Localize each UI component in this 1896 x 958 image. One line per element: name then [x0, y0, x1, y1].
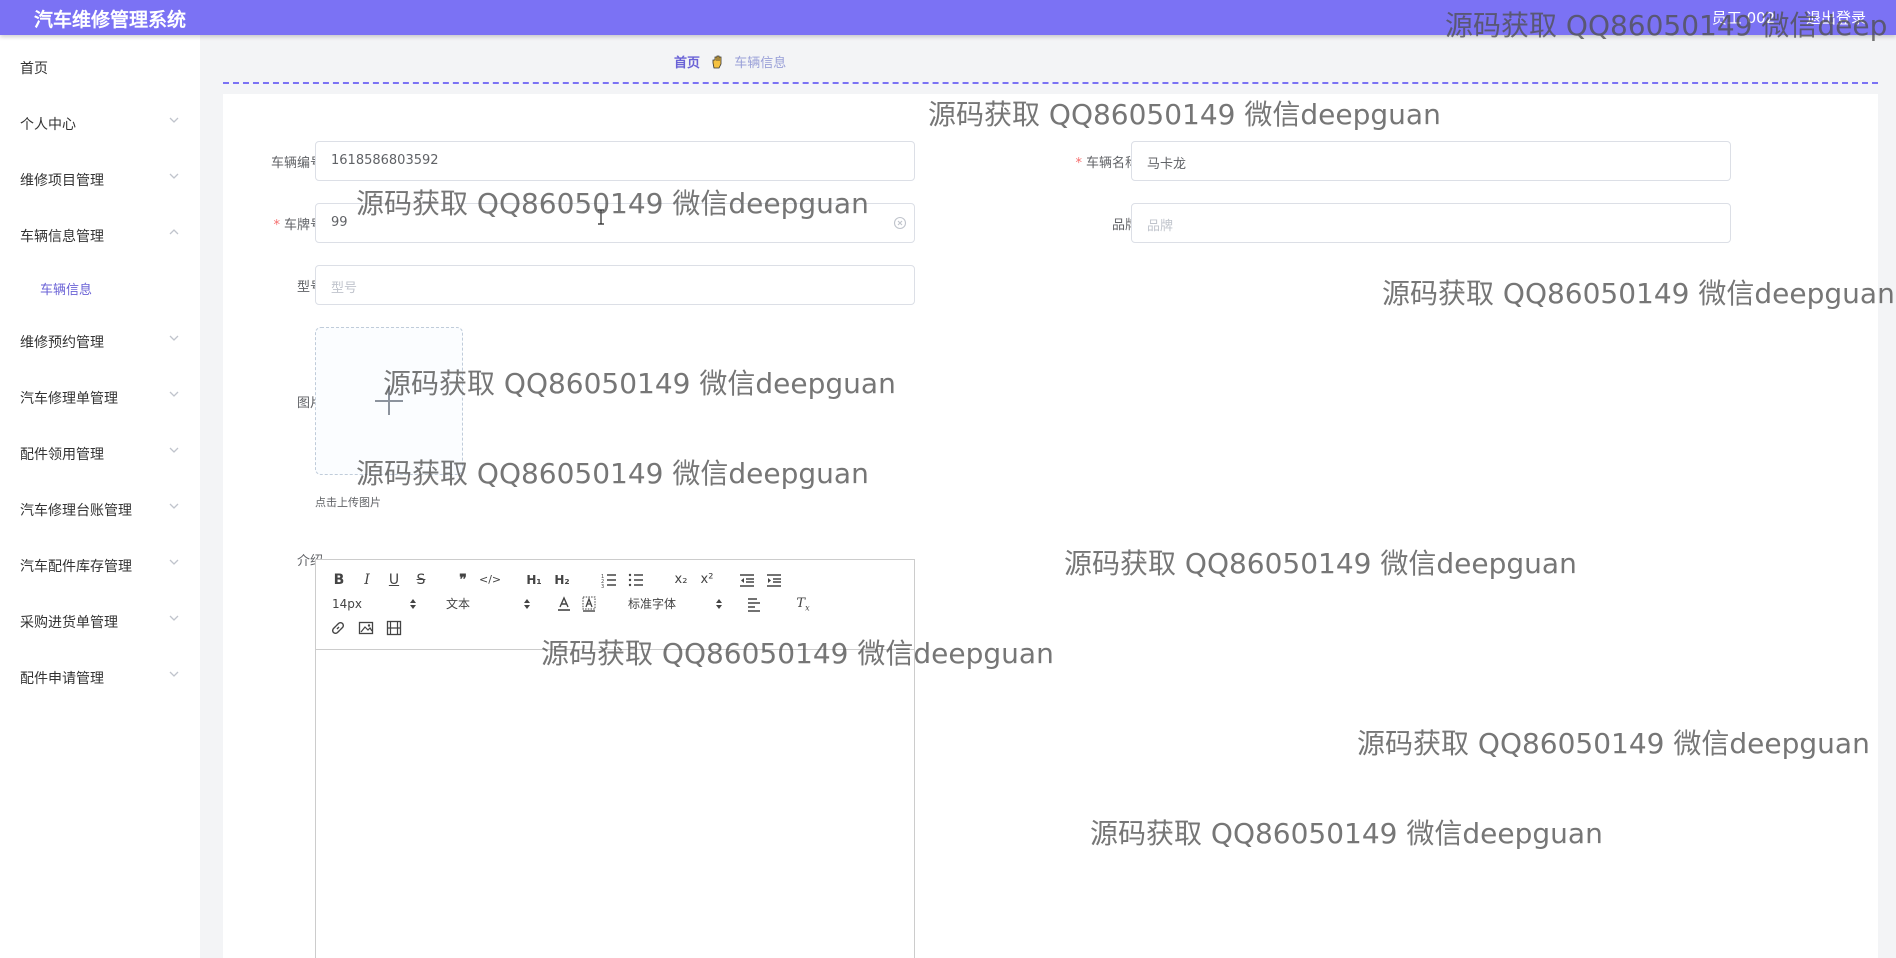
underline-icon[interactable]: U — [383, 570, 405, 590]
sidebar-item-label: 汽车修理台账管理 — [20, 503, 132, 519]
indent-icon[interactable] — [766, 572, 782, 588]
main-content: 首页 车辆信息 车辆编号 1618586803592 * 车辆名称 马卡龙 * 车牌… — [200, 35, 1896, 958]
svg-text:3: 3 — [601, 584, 604, 588]
align-icon[interactable] — [746, 596, 762, 612]
sidebar-item-repair-ledger[interactable]: 汽车修理台账管理 — [0, 496, 200, 526]
clear-icon[interactable] — [893, 216, 907, 230]
sidebar-item-parts-request[interactable]: 配件申请管理 — [0, 664, 200, 694]
intro-label: 介绍 — [296, 554, 323, 569]
select-arrows-icon — [524, 599, 530, 609]
background-color-icon[interactable] — [581, 596, 597, 612]
breadcrumb-divider — [223, 82, 1878, 84]
sidebar: 首页 个人中心 维修项目管理 车辆信息管理 车辆信息 维修预约管理 汽车修理单管… — [0, 35, 200, 958]
plus-icon — [375, 387, 403, 415]
model-label: 型号 — [296, 280, 323, 295]
sidebar-item-purchase-order[interactable]: 采购进货单管理 — [0, 608, 200, 638]
header2-icon[interactable]: H₂ — [551, 570, 573, 590]
sidebar-item-label: 个人中心 — [20, 117, 76, 133]
editor-toolbar: B I U S ❞ </> H₁ H₂ 1 2 3 x₂ x² 14px 文本 … — [316, 560, 914, 650]
italic-icon[interactable]: I — [356, 570, 378, 590]
chevron-down-icon — [169, 503, 179, 509]
plate-no-input[interactable]: 99 — [315, 203, 915, 243]
superscript-icon[interactable]: x² — [696, 570, 718, 590]
vehicle-form: 车辆编号 1618586803592 * 车辆名称 马卡龙 * 车牌号 99 品牌 … — [223, 94, 1878, 958]
chevron-down-icon — [169, 335, 179, 341]
image-uploader[interactable] — [315, 327, 463, 475]
chevron-down-icon — [169, 559, 179, 565]
bullet-list-icon[interactable] — [628, 572, 644, 588]
sidebar-item-label: 维修预约管理 — [20, 335, 104, 351]
sidebar-item-label: 车辆信息管理 — [20, 229, 104, 245]
vehicle-name-input[interactable]: 马卡龙 — [1131, 141, 1731, 181]
upload-tip: 点击上传图片 — [315, 496, 381, 509]
breadcrumb-current: 车辆信息 — [734, 56, 787, 71]
sidebar-item-label: 配件申请管理 — [20, 671, 104, 687]
hand-icon — [712, 55, 722, 69]
breadcrumb-home[interactable]: 首页 — [674, 56, 700, 71]
sidebar-item-label: 维修项目管理 — [20, 173, 104, 189]
chevron-up-icon — [169, 229, 179, 235]
blockquote-icon[interactable]: ❞ — [452, 570, 474, 590]
vehicle-no-input[interactable]: 1618586803592 — [315, 141, 915, 181]
chevron-down-icon — [169, 391, 179, 397]
subscript-icon[interactable]: x₂ — [670, 570, 692, 590]
brand-input[interactable]: 品牌 — [1131, 203, 1731, 243]
sidebar-item-label: 车辆信息 — [40, 283, 93, 298]
sidebar-item-label: 配件领用管理 — [20, 447, 104, 463]
image-icon[interactable] — [358, 620, 374, 636]
font-family-select[interactable]: 标准字体 — [628, 594, 722, 614]
header1-icon[interactable]: H₁ — [523, 570, 545, 590]
outdent-icon[interactable] — [739, 572, 755, 588]
sidebar-item-parts-inventory[interactable]: 汽车配件库存管理 — [0, 552, 200, 582]
user-label: 员工 002 — [1711, 9, 1776, 27]
rich-text-editor: B I U S ❞ </> H₁ H₂ 1 2 3 x₂ x² 14px 文本 … — [315, 559, 915, 958]
editor-content-area[interactable] — [316, 650, 914, 958]
sidebar-item-parts-usage[interactable]: 配件领用管理 — [0, 440, 200, 470]
logout-button[interactable]: 退出登录 — [1806, 9, 1866, 27]
sidebar-item-label: 首页 — [20, 61, 48, 77]
model-input[interactable]: 型号 — [315, 265, 915, 305]
chevron-down-icon — [169, 671, 179, 677]
sidebar-item-home[interactable]: 首页 — [0, 54, 200, 84]
code-block-icon[interactable]: </> — [479, 570, 501, 590]
sidebar-item-vehicle-info-mgmt[interactable]: 车辆信息管理 — [0, 222, 200, 252]
sidebar-item-repair-order[interactable]: 汽车修理单管理 — [0, 384, 200, 414]
block-format-select[interactable]: 文本 — [446, 594, 530, 614]
vehicle-name-label: * 车辆名称 — [1075, 156, 1138, 171]
sidebar-item-label: 汽车修理单管理 — [20, 391, 118, 407]
image-label: 图片 — [296, 396, 323, 411]
sidebar-item-vehicle-info[interactable]: 车辆信息 — [0, 275, 200, 305]
breadcrumb: 首页 车辆信息 — [674, 52, 786, 71]
link-icon[interactable] — [330, 620, 346, 636]
app-title: 汽车维修管理系统 — [34, 9, 187, 31]
font-size-select[interactable]: 14px — [332, 594, 416, 614]
vehicle-no-label: 车辆编号 — [270, 156, 323, 171]
chevron-down-icon — [169, 173, 179, 179]
brand-label: 品牌 — [1111, 218, 1138, 233]
chevron-down-icon — [169, 447, 179, 453]
strike-icon[interactable]: S — [410, 570, 432, 590]
sidebar-item-repair-project[interactable]: 维修项目管理 — [0, 166, 200, 196]
chevron-down-icon — [169, 117, 179, 123]
sidebar-item-repair-appointment[interactable]: 维修预约管理 — [0, 328, 200, 358]
text-cursor-icon — [598, 209, 604, 225]
bold-icon[interactable]: B — [328, 570, 350, 590]
video-icon[interactable] — [386, 620, 402, 636]
top-header: 汽车维修管理系统 员工 002 退出登录 — [0, 0, 1896, 35]
clear-format-icon[interactable]: Tx — [792, 594, 814, 614]
select-arrows-icon — [716, 599, 722, 609]
sidebar-item-personal-center[interactable]: 个人中心 — [0, 110, 200, 140]
select-arrows-icon — [410, 599, 416, 609]
header-user-area: 员工 002 退出登录 — [1686, 7, 1866, 28]
plate-no-label: * 车牌号 — [273, 218, 323, 233]
ordered-list-icon[interactable]: 1 2 3 — [601, 572, 617, 588]
sidebar-item-label: 汽车配件库存管理 — [20, 559, 132, 575]
font-color-icon[interactable] — [556, 596, 572, 612]
chevron-down-icon — [169, 615, 179, 621]
sidebar-item-label: 采购进货单管理 — [20, 615, 118, 631]
